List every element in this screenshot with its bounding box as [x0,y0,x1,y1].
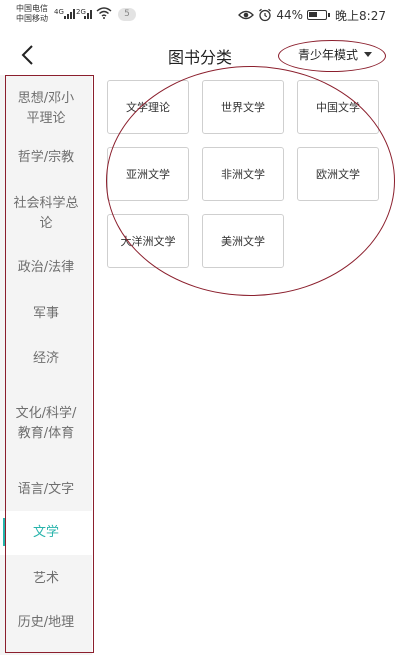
sidebar-item-label: 历史/地理 [17,615,75,630]
teen-mode-dropdown[interactable]: 青少年模式 [282,42,388,66]
category-label: 亚洲文学 [126,168,170,181]
category-literary-theory[interactable]: 文学理论 [107,80,189,134]
sidebar-item-history-geography[interactable]: 历史/地理 [0,604,92,642]
category-chinese-literature[interactable]: 中国文学 [297,80,379,134]
category-label: 世界文学 [221,101,265,114]
carrier-1: 中国电信 [16,4,48,13]
clock: 晚上8:27 [335,8,386,23]
active-indicator [3,518,6,546]
carrier-info: 中国电信 中国移动 [16,4,48,24]
category-american-literature[interactable]: 美洲文学 [202,214,284,268]
sidebar-item-label: 社会科学总论 [13,196,79,231]
sidebar-item-label: 文学 [32,525,59,540]
sidebar-item-politics-law[interactable]: 政治/法律 [0,249,92,287]
sidebar-item-military[interactable]: 军事 [0,295,92,333]
category-oceanian-literature[interactable]: 大洋洲文学 [107,214,189,268]
sidebar-item-language[interactable]: 语言/文字 [0,471,92,509]
status-bar: 中国电信 中国移动 4G 2G 5 44% 晚上8:27 [0,0,400,30]
category-asian-literature[interactable]: 亚洲文学 [107,147,189,201]
battery-percent: 44% [276,8,304,22]
eye-icon [238,10,255,20]
alarm-icon [259,8,272,22]
category-african-literature[interactable]: 非洲文学 [202,147,284,201]
carrier-2: 中国移动 [16,14,48,23]
sidebar-item-art[interactable]: 艺术 [0,560,92,598]
signal-icon-2 [84,7,94,19]
sidebar-item-economy[interactable]: 经济 [0,340,92,378]
category-label: 大洋洲文学 [120,235,176,248]
category-label: 美洲文学 [221,235,265,248]
teen-mode-label: 青少年模式 [297,47,358,62]
sidebar-item-label: 经济 [32,351,59,366]
caret-down-icon [364,51,372,57]
back-button[interactable] [12,40,42,70]
sidebar-item-label: 政治/法律 [17,260,75,275]
sidebar-item-label: 文化/科学/教育/体育 [15,406,77,441]
sidebar-item-label: 思想/邓小平理论 [17,91,75,126]
sidebar-item-label: 语言/文字 [17,482,75,497]
category-label: 中国文学 [316,101,360,114]
header: 图书分类 青少年模式 [0,30,400,80]
sidebar-item-philosophy[interactable]: 哲学/宗教 [0,139,92,177]
category-label: 文学理论 [126,101,170,114]
sidebar-item-label: 艺术 [32,571,59,586]
sidebar-item-literature[interactable]: 文学 [0,511,92,555]
notification-count-badge: 5 [118,8,136,21]
battery-icon [307,10,331,20]
wifi-icon [96,7,112,19]
sidebar-item-social-science[interactable]: 社会科学总论 [0,189,92,239]
network-type-1: 4G [54,8,64,16]
sidebar-item-thought[interactable]: 思想/邓小平理论 [0,81,92,137]
page-title: 图书分类 [167,48,232,67]
status-right: 44% 晚上8:27 [238,7,386,23]
category-label: 欧洲文学 [316,168,360,181]
category-label: 非洲文学 [221,168,265,181]
chevron-left-icon [21,45,33,65]
category-sidebar: 思想/邓小平理论 哲学/宗教 社会科学总论 政治/法律 军事 经济 文化/科学/… [0,75,92,655]
sidebar-item-culture[interactable]: 文化/科学/教育/体育 [0,389,92,459]
sidebar-item-label: 军事 [32,306,59,321]
category-european-literature[interactable]: 欧洲文学 [297,147,379,201]
category-world-literature[interactable]: 世界文学 [202,80,284,134]
sidebar-item-label: 哲学/宗教 [17,150,75,165]
